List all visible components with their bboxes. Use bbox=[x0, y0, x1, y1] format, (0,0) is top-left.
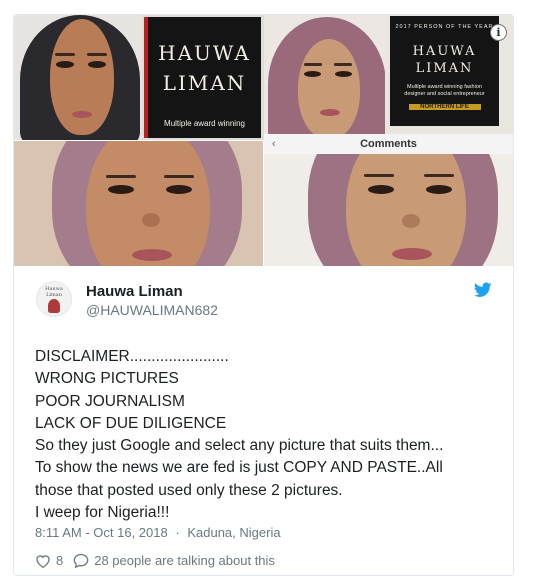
eye bbox=[56, 61, 74, 68]
eye bbox=[108, 185, 134, 194]
author-name[interactable]: Hauwa Liman bbox=[86, 283, 183, 300]
embedded-tweet-card: HAUWA LIMAN Multiple award winning 2017 … bbox=[13, 14, 514, 576]
tweet-body: Hauwa Liman Hauwa Liman @HAUWALIMAN682 D… bbox=[14, 266, 513, 575]
media-photo-bottom-right[interactable] bbox=[264, 154, 513, 266]
media-book-cover-left[interactable]: HAUWA LIMAN Multiple award winning bbox=[142, 15, 264, 140]
book-cover: HAUWA LIMAN Multiple award winning bbox=[144, 17, 261, 138]
face-shape bbox=[298, 39, 360, 139]
tweet-line: LACK OF DUE DILIGENCE bbox=[35, 414, 227, 432]
speech-bubble-icon[interactable] bbox=[73, 553, 89, 568]
back-chevron-icon[interactable]: ‹ bbox=[272, 134, 276, 154]
conversation-count[interactable]: 28 people are talking about this bbox=[94, 553, 275, 568]
book-title-line2: LIMAN bbox=[162, 71, 247, 95]
tweet-location[interactable]: Kaduna, Nigeria bbox=[187, 525, 280, 540]
tweet-timestamp[interactable]: 8:11 AM - Oct 16, 2018 bbox=[35, 525, 168, 540]
book-title-line2: LIMAN bbox=[415, 61, 474, 76]
nose bbox=[142, 213, 160, 227]
comments-label: Comments bbox=[360, 138, 417, 150]
tweet-line: I weep for Nigeria!!! bbox=[35, 504, 170, 522]
book-cover: 2017 PERSON OF THE YEAR HAUWA LIMAN Mult… bbox=[390, 16, 499, 126]
book-badge: NORTHERN LIFE bbox=[408, 104, 481, 110]
lips bbox=[132, 249, 172, 261]
lips bbox=[392, 248, 432, 260]
nose bbox=[402, 214, 420, 228]
tweet-meta: 8:11 AM - Oct 16, 2018 · Kaduna, Nigeria bbox=[35, 525, 281, 540]
face-shape bbox=[86, 141, 210, 266]
author-handle[interactable]: @HAUWALIMAN682 bbox=[86, 302, 218, 318]
media-photo-bottom-left[interactable] bbox=[14, 141, 263, 266]
tweet-actions: 8 28 people are talking about this bbox=[35, 553, 275, 568]
tweet-line: WRONG PICTURES bbox=[35, 370, 179, 388]
media-photo-top-right[interactable] bbox=[264, 15, 385, 140]
eye bbox=[304, 71, 321, 77]
eye bbox=[88, 61, 106, 68]
book-header: 2017 PERSON OF THE YEAR bbox=[395, 24, 494, 30]
tweet-media-grid[interactable]: HAUWA LIMAN Multiple award winning 2017 … bbox=[14, 15, 513, 266]
eye bbox=[426, 185, 452, 194]
tweet-line: To show the news we are fed is just COPY… bbox=[35, 459, 443, 477]
heart-icon[interactable] bbox=[35, 554, 51, 568]
info-icon[interactable]: i bbox=[490, 24, 507, 41]
book-title-line1: HAUWA bbox=[412, 44, 477, 59]
media-photo-top-left[interactable] bbox=[14, 15, 142, 140]
like-count[interactable]: 8 bbox=[56, 553, 63, 568]
comments-bar: ‹ Comments bbox=[264, 134, 513, 155]
book-caption: Multiple award winning bbox=[164, 119, 245, 128]
lips bbox=[320, 109, 340, 116]
eye bbox=[368, 185, 394, 194]
meta-separator: · bbox=[175, 525, 180, 540]
eye bbox=[166, 185, 192, 194]
lips bbox=[72, 111, 92, 118]
book-title-line1: HAUWA bbox=[158, 41, 251, 65]
book-caption: Multiple award winning fashion designer … bbox=[404, 84, 485, 97]
twitter-bird-icon[interactable] bbox=[474, 282, 492, 298]
tweet-line: those that posted used only these 2 pict… bbox=[35, 481, 343, 499]
tweet-text: DISCLAIMER....................... WRONG … bbox=[35, 346, 495, 524]
avatar[interactable]: Hauwa Liman bbox=[36, 281, 72, 317]
tweet-line: POOR JOURNALISM bbox=[35, 392, 185, 410]
tweet-line: DISCLAIMER....................... bbox=[35, 348, 229, 365]
tweet-line: So they just Google and select any pictu… bbox=[35, 437, 444, 455]
eye bbox=[335, 71, 352, 77]
avatar-text: Hauwa Liman bbox=[45, 286, 63, 298]
